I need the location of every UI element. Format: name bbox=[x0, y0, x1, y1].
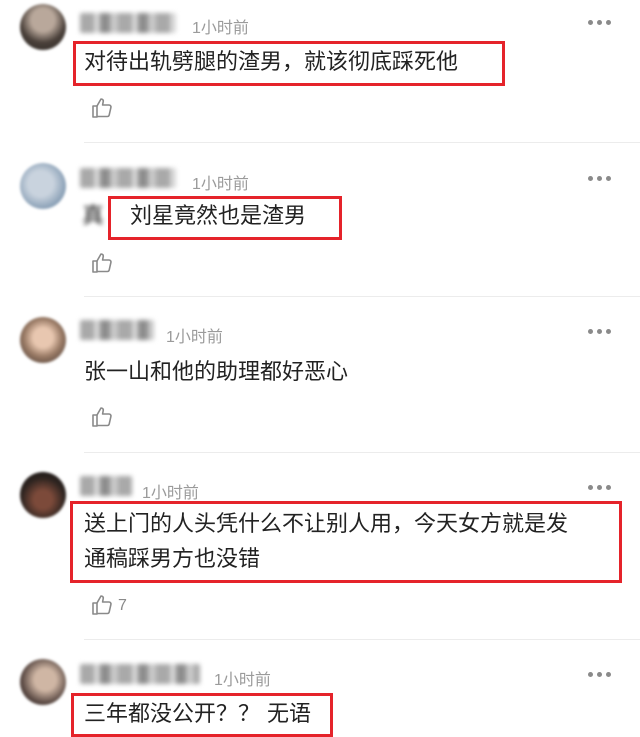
comment-time: 1小时前 bbox=[166, 329, 223, 346]
comment-text: 三年都没公开？？ 无语 bbox=[84, 702, 311, 727]
divider bbox=[84, 296, 640, 297]
more-options-button[interactable] bbox=[588, 485, 612, 491]
avatar[interactable] bbox=[20, 4, 66, 50]
more-options-button[interactable] bbox=[588, 176, 612, 182]
divider bbox=[84, 639, 640, 640]
comment-prefix: 真 bbox=[82, 204, 105, 229]
avatar[interactable] bbox=[20, 163, 66, 209]
avatar[interactable] bbox=[20, 659, 66, 705]
comment-text: 对待出轨劈腿的渣男，就该彻底踩死他 bbox=[84, 50, 459, 75]
comment-time: 1小时前 bbox=[142, 485, 199, 502]
more-options-button[interactable] bbox=[588, 20, 612, 26]
username-blurred[interactable] bbox=[80, 664, 200, 684]
comment-time: 1小时前 bbox=[192, 20, 249, 37]
more-options-button[interactable] bbox=[588, 672, 612, 678]
avatar[interactable] bbox=[20, 472, 66, 518]
comment-text: 张一山和他的助理都好恶心 bbox=[84, 360, 349, 385]
comment-text-line-2: 通稿踩男方也没错 bbox=[84, 547, 261, 572]
thumbs-up-icon[interactable] bbox=[90, 405, 114, 429]
thumbs-up-icon[interactable] bbox=[90, 593, 114, 617]
like-count: 7 bbox=[118, 597, 127, 614]
username-blurred[interactable] bbox=[80, 476, 132, 496]
more-options-button[interactable] bbox=[588, 329, 612, 335]
avatar[interactable] bbox=[20, 317, 66, 363]
username-blurred[interactable] bbox=[80, 13, 176, 33]
comment-time: 1小时前 bbox=[192, 176, 249, 193]
username-blurred[interactable] bbox=[80, 168, 176, 188]
thumbs-up-icon[interactable] bbox=[90, 251, 114, 275]
thumbs-up-icon[interactable] bbox=[90, 96, 114, 120]
divider bbox=[84, 142, 640, 143]
divider bbox=[84, 452, 640, 453]
comment-text: 刘星竟然也是渣男 bbox=[130, 204, 307, 229]
comment-text-line-1: 送上门的人头凭什么不让别人用，今天女方就是发 bbox=[84, 512, 569, 537]
comment-time: 1小时前 bbox=[214, 672, 271, 689]
username-blurred[interactable] bbox=[80, 320, 154, 340]
